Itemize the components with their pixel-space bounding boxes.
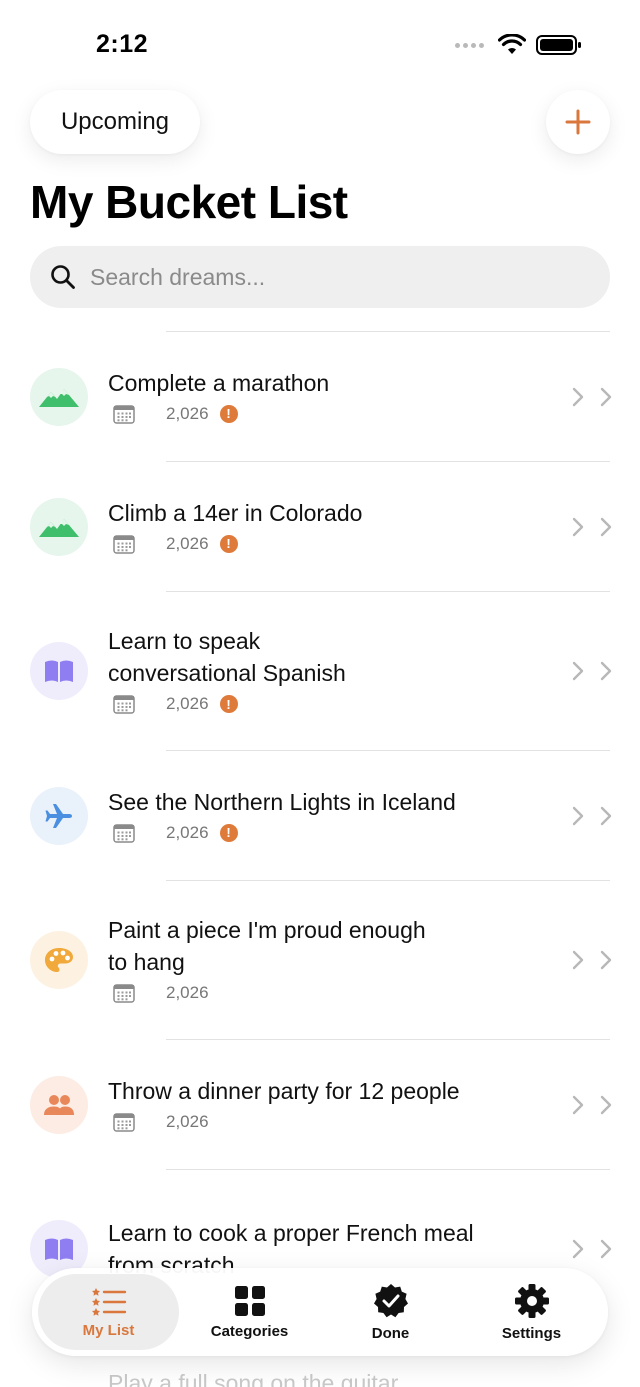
item-target-year: 2,026 bbox=[166, 1111, 209, 1131]
list-item-content: Paint a piece I'm proud enough to hang 2,0… bbox=[108, 914, 528, 1006]
item-title: Learn to speak bbox=[108, 628, 261, 654]
bucket-list: Complete a marathon 2,026! Climb a 14er in… bbox=[0, 331, 640, 1328]
tab-label: Categories bbox=[210, 1322, 289, 1340]
list-item[interactable]: Complete a marathon 2,026! bbox=[0, 332, 640, 461]
mountain-icon bbox=[30, 367, 88, 426]
item-title: Complete a marathon bbox=[108, 369, 330, 396]
upcoming-button[interactable]: Upcoming bbox=[30, 90, 200, 154]
chevron-right-icon bbox=[572, 517, 612, 537]
list-item[interactable]: Climb a 14er in Colorado 2,026! bbox=[0, 462, 640, 591]
upcoming-label: Upcoming bbox=[60, 108, 170, 135]
chevron-right-icon bbox=[572, 1095, 612, 1115]
item-title: Paint a piece I'm proud enough bbox=[108, 917, 426, 943]
list-item-content: Throw a dinner party for 12 people 2,026 bbox=[108, 1075, 528, 1135]
calendar-icon bbox=[113, 823, 135, 843]
chevron-right-icon bbox=[572, 387, 612, 407]
status-indicators bbox=[455, 34, 582, 56]
list-item[interactable]: Paint a piece I'm proud enough to hang 2,0… bbox=[0, 881, 640, 1039]
item-target-year: 2,026 bbox=[166, 403, 209, 423]
gear-icon bbox=[514, 1283, 549, 1318]
warning-icon: ! bbox=[219, 404, 238, 423]
search-bar[interactable] bbox=[30, 246, 610, 308]
calendar-icon bbox=[113, 983, 135, 1003]
grid-icon bbox=[234, 1285, 265, 1316]
tab-label: Settings bbox=[501, 1324, 562, 1342]
chevron-right-icon bbox=[572, 950, 612, 970]
mountain-icon bbox=[30, 497, 88, 556]
page-title: My Bucket List bbox=[30, 176, 348, 228]
item-target-year: 2,026 bbox=[166, 694, 209, 713]
item-title: to hang bbox=[108, 949, 185, 975]
calendar-icon bbox=[113, 404, 135, 424]
item-title: conversational Spanish bbox=[108, 660, 346, 686]
list-item-content: Learn to speak conversational Spanish 2,02… bbox=[108, 625, 528, 717]
item-title: Learn to cook a proper French meal bbox=[108, 1220, 474, 1246]
battery-icon bbox=[536, 35, 581, 55]
list-item-content: Complete a marathon 2,026! bbox=[108, 367, 528, 427]
plus-icon bbox=[565, 109, 591, 135]
calendar-icon bbox=[113, 694, 135, 714]
palette-icon bbox=[30, 931, 88, 989]
item-meta: 2,026 bbox=[108, 980, 528, 1006]
search-input[interactable] bbox=[90, 263, 570, 291]
item-target-year: 2,026 bbox=[166, 822, 209, 842]
item-target-year: 2,026 bbox=[166, 983, 209, 1002]
search-icon bbox=[51, 265, 75, 289]
add-item-button[interactable] bbox=[546, 90, 610, 154]
item-meta: 2,026! bbox=[108, 691, 528, 717]
item-meta: 2,026 bbox=[108, 1109, 528, 1135]
item-title: See the Northern Lights in Iceland bbox=[108, 788, 456, 815]
airplane-icon bbox=[30, 786, 88, 845]
status-bar: 2:12 bbox=[0, 0, 640, 90]
list-item[interactable]: Throw a dinner party for 12 people 2,026 bbox=[0, 1040, 640, 1169]
tab-bar: My List Categories Done Settings bbox=[32, 1268, 608, 1356]
tab-categories[interactable]: Categories bbox=[179, 1274, 320, 1350]
list-item[interactable]: Learn to speak conversational Spanish 2,02… bbox=[0, 592, 640, 750]
people-icon bbox=[30, 1075, 88, 1134]
item-title: Throw a dinner party for 12 people bbox=[108, 1077, 460, 1104]
item-meta: 2,026! bbox=[108, 401, 528, 427]
book-icon bbox=[30, 642, 88, 700]
list-item-content: See the Northern Lights in Iceland 2,026! bbox=[108, 786, 528, 846]
item-target-year: 2,026 bbox=[166, 533, 209, 553]
cellular-signal-icon bbox=[455, 42, 484, 48]
calendar-icon bbox=[113, 534, 135, 554]
list-icon bbox=[91, 1287, 126, 1316]
list-item-content: Climb a 14er in Colorado 2,026! bbox=[108, 497, 528, 557]
chevron-right-icon bbox=[572, 806, 612, 826]
wifi-icon bbox=[498, 34, 526, 54]
tab-done[interactable]: Done bbox=[320, 1274, 461, 1350]
item-meta: 2,026! bbox=[108, 820, 528, 846]
warning-icon: ! bbox=[219, 823, 238, 842]
calendar-icon bbox=[113, 1112, 135, 1132]
tab-settings[interactable]: Settings bbox=[461, 1274, 602, 1350]
warning-icon: ! bbox=[219, 695, 238, 713]
tab-my-list[interactable]: My List bbox=[38, 1274, 179, 1350]
chevron-right-icon bbox=[572, 661, 612, 681]
warning-icon: ! bbox=[219, 534, 238, 553]
chevron-right-icon bbox=[572, 1239, 612, 1259]
checkmark-seal-icon bbox=[373, 1283, 408, 1317]
status-time: 2:12 bbox=[96, 30, 149, 58]
tab-label: My List bbox=[82, 1321, 135, 1339]
list-item-partial: Play a full song on the guitar bbox=[108, 1370, 399, 1387]
tab-label: Done bbox=[371, 1324, 410, 1342]
list-item[interactable]: See the Northern Lights in Iceland 2,026! bbox=[0, 751, 640, 880]
item-meta: 2,026! bbox=[108, 531, 528, 557]
item-title: Climb a 14er in Colorado bbox=[108, 499, 363, 526]
